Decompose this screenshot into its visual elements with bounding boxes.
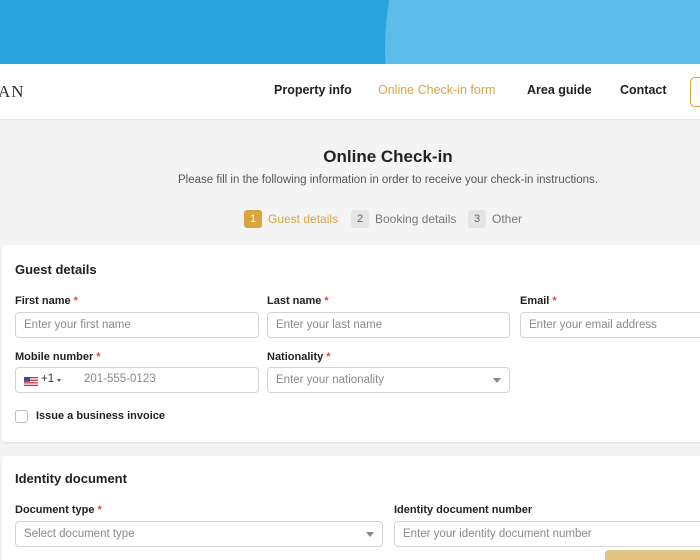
step-number: 2 — [351, 210, 369, 228]
identity-document-card: Identity document Document type * Select … — [2, 456, 700, 560]
document-type-label: Document type * — [15, 504, 102, 516]
required-mark: * — [326, 351, 331, 363]
page-title: Online Check-in — [323, 147, 453, 166]
nationality-select[interactable]: Enter your nationality — [267, 367, 510, 393]
document-number-input[interactable]: Enter your identity document number — [394, 521, 700, 547]
nationality-placeholder: Enter your nationality — [276, 374, 385, 386]
document-type-placeholder: Select document type — [24, 528, 135, 540]
nav-link-online-checkin-form[interactable]: Online Check-in form — [378, 83, 495, 97]
nav-link-area-guide[interactable]: Area guide — [527, 83, 592, 97]
document-number-label: Identity document number — [394, 504, 533, 516]
continue-button[interactable] — [605, 550, 700, 560]
required-mark: * — [552, 295, 557, 307]
first-name-input[interactable]: Enter your first name — [15, 312, 259, 338]
first-name-label: First name * — [15, 295, 78, 307]
required-mark: * — [97, 504, 102, 516]
business-invoice-label[interactable]: Issue a business invoice — [36, 410, 165, 422]
chevron-down-icon — [366, 532, 374, 537]
required-mark: * — [73, 295, 78, 307]
guest-details-title: Guest details — [15, 262, 97, 277]
step-guest-details[interactable]: 1 Guest details — [244, 210, 344, 229]
last-name-input[interactable]: Enter your last name — [267, 312, 510, 338]
step-other[interactable]: 3 Other — [468, 210, 528, 229]
us-flag-icon[interactable] — [24, 377, 38, 386]
chevron-down-icon — [493, 378, 501, 383]
nationality-label: Nationality * — [267, 351, 331, 363]
nav-link-property-info[interactable]: Property info — [274, 83, 352, 97]
step-label: Other — [492, 212, 523, 226]
step-number: 1 — [244, 210, 262, 228]
document-type-select[interactable]: Select document type — [15, 521, 383, 547]
mobile-number-label: Mobile number * — [15, 351, 101, 363]
top-navbar: AN Property info Online Check-in form Ar… — [0, 64, 700, 120]
required-mark: * — [96, 351, 101, 363]
chevron-down-icon[interactable] — [57, 379, 61, 382]
identity-document-title: Identity document — [15, 471, 127, 486]
hero-decorative-arc — [385, 0, 700, 64]
email-input[interactable]: Enter your email address — [520, 312, 700, 338]
mobile-number-field[interactable]: +1 201-555-0123 — [15, 367, 259, 393]
step-label: Guest details — [268, 212, 339, 226]
nav-cta-button[interactable] — [690, 77, 700, 107]
page-subtitle: Please fill in the following information… — [178, 174, 598, 186]
email-label: Email * — [520, 295, 557, 307]
brand-logo[interactable]: AN — [0, 82, 25, 102]
mobile-number-input[interactable]: 201-555-0123 — [84, 373, 156, 385]
country-code[interactable]: +1 — [41, 373, 54, 385]
required-mark: * — [324, 295, 329, 307]
nav-link-contact[interactable]: Contact — [620, 83, 667, 97]
step-label: Booking details — [375, 212, 457, 226]
step-booking-details[interactable]: 2 Booking details — [351, 210, 461, 229]
hero-banner — [0, 0, 700, 64]
last-name-label: Last name * — [267, 295, 329, 307]
business-invoice-checkbox[interactable] — [15, 410, 28, 423]
step-number: 3 — [468, 210, 486, 228]
guest-details-card: Guest details First name * Enter your fir… — [2, 245, 700, 442]
